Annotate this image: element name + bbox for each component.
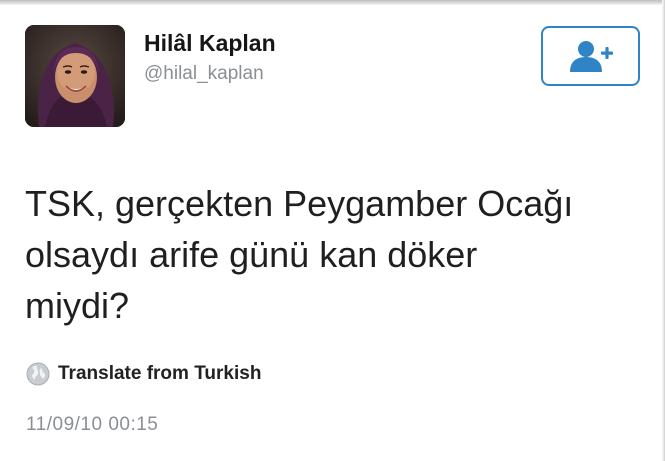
follow-button[interactable]	[541, 26, 640, 86]
translate-label[interactable]: Translate from Turkish	[58, 363, 261, 385]
author-handle[interactable]: @hilal_kaplan	[144, 63, 264, 85]
tweet-text: TSK, gerçekten Peygamber Ocağı olsaydı a…	[25, 178, 645, 331]
avatar[interactable]	[25, 25, 125, 127]
author-name[interactable]: Hilâl Kaplan	[144, 30, 276, 57]
add-user-icon	[569, 41, 613, 72]
tweet-text-line: TSK, gerçekten Peygamber Ocağı	[25, 183, 574, 224]
screen-top-edge	[0, 0, 665, 5]
globe-icon	[26, 362, 50, 386]
translate-link[interactable]: Translate from Turkish	[26, 362, 261, 386]
avatar-photo-icon	[25, 25, 125, 127]
tweet-text-line: miydi?	[25, 285, 130, 326]
tweet-text-line: olsaydı arife günü kan döker	[25, 234, 478, 275]
tweet-timestamp[interactable]: 11/09/10 00:15	[26, 414, 158, 436]
